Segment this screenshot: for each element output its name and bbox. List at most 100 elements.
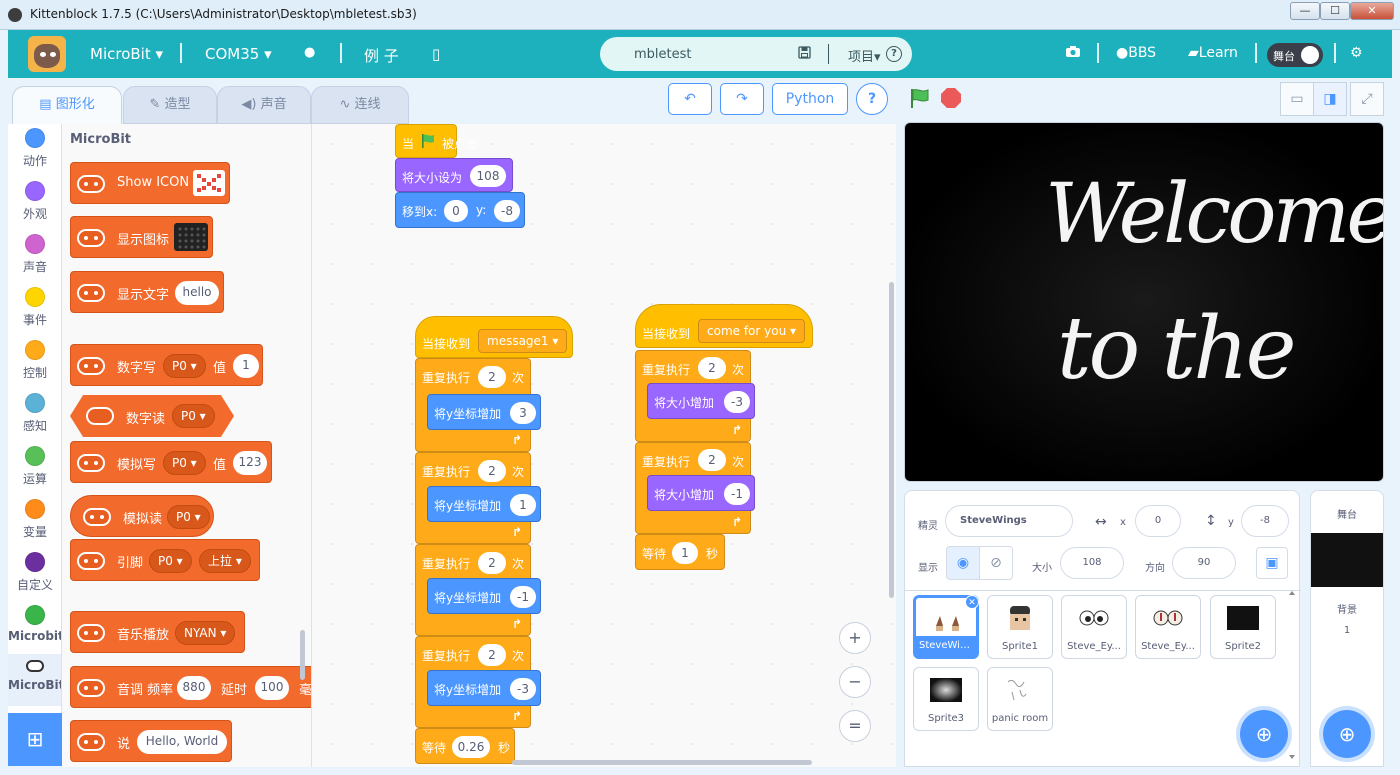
tab-costumes[interactable]: ✎ 造型 [123,86,217,124]
device-menu[interactable]: MicroBit ▾ [90,45,163,63]
block-play-tone[interactable]: 音调 频率 880 延时 100 毫 [70,666,311,708]
block-digital-read[interactable]: 数字读 P0 ▾ [70,395,234,437]
block-analog-read[interactable]: 模拟读 P0 ▾ [70,495,214,537]
help-icon[interactable]: ? [886,46,902,62]
sprite-tile-sprite1[interactable]: Sprite1 [987,595,1053,659]
block-digital-write[interactable]: 数字写 P0 ▾ 值 1 [70,344,263,386]
when-flag-clicked-hat[interactable]: 当 被点击 [395,124,478,158]
pin-dropdown[interactable]: P0 ▾ [163,354,206,378]
repeat-count-input[interactable]: 2 [478,552,506,574]
gear-icon[interactable]: ⚙ [1350,45,1363,61]
wait-block[interactable]: 等待 0.26 秒 [415,728,515,764]
tab-code[interactable]: ▤ 图形化 [12,86,122,126]
delta-input[interactable]: -1 [510,586,536,608]
undo-button[interactable]: ↶ [668,83,712,115]
fullscreen-button[interactable]: ⤢ [1350,82,1384,116]
port-menu[interactable]: COM35 ▾ [205,45,272,63]
stage-canvas[interactable]: Welcome to the [904,122,1384,482]
value-input[interactable]: 123 [233,451,267,475]
block-play-music[interactable]: 音乐播放 NYAN ▾ [70,611,245,653]
sprite-tile-sprite3[interactable]: Sprite3 [913,667,979,731]
category-looks[interactable]: 外观 [8,181,61,229]
stop-icon[interactable] [941,88,961,108]
zoom-reset-button[interactable]: = [839,710,871,742]
goto-xy-block[interactable]: 移到x: 0 y: -8 [395,192,525,228]
change-size-block[interactable]: 将大小增加 -1 [647,475,755,511]
pin-dropdown[interactable]: P0 ▾ [163,451,206,475]
sprite-list-scrollbar[interactable] [1288,590,1296,760]
category-control[interactable]: 控制 [8,340,61,388]
project-name-field[interactable]: mbletest [634,47,692,62]
close-button[interactable]: ✕ [1350,2,1394,20]
normal-stage-button[interactable]: ◨ [1313,82,1347,116]
chip-icon[interactable]: ▯ [432,45,440,63]
frequency-input[interactable]: 880 [177,676,211,700]
pin-dropdown[interactable]: P0 ▾ [167,505,210,529]
message-dropdown[interactable]: message1 ▾ [478,329,568,353]
delta-input[interactable]: 1 [510,494,536,516]
zoom-out-button[interactable]: − [839,666,871,698]
globe-icon[interactable]: ● [304,45,315,60]
delay-input[interactable]: 100 [255,676,289,700]
size-input[interactable]: 108 [1060,547,1124,579]
change-size-block[interactable]: 将大小增加 -3 [647,383,755,419]
minimize-button[interactable]: — [1290,2,1320,20]
help-button[interactable]: ? [856,83,888,115]
python-button[interactable]: Python [772,83,848,115]
change-y-block[interactable]: 将y坐标增加 1 [427,486,541,522]
small-stage-button[interactable]: ▭ [1280,82,1314,116]
block-show-icon[interactable]: Show ICON [70,162,230,204]
pull-mode-dropdown[interactable]: 上拉 ▾ [199,549,251,573]
value-input[interactable]: 1 [233,354,259,378]
block-pin-mode[interactable]: 引脚 P0 ▾ 上拉 ▾ [70,539,260,581]
palette-scrollbar[interactable] [300,630,305,680]
y-input[interactable]: -8 [494,200,520,222]
save-icon[interactable] [798,46,811,63]
examples-menu[interactable]: 例 子 [364,45,399,66]
sprite-tile-panic-room[interactable]: panic room [987,667,1053,731]
set-size-block[interactable]: 将大小设为 108 [395,158,513,192]
category-motion[interactable]: 动作 [8,128,61,176]
block-show-text[interactable]: 显示文字 hello [70,271,224,313]
show-hidden-button[interactable]: ⊘ [979,546,1013,580]
tab-sounds[interactable]: ◀) 声音 [217,86,311,124]
kittenblock-logo[interactable] [28,36,66,72]
direction-input[interactable]: 90 [1172,547,1236,579]
repeat-count-input[interactable]: 2 [478,366,506,388]
category-sensing[interactable]: 感知 [8,393,61,441]
delete-sprite-icon[interactable]: ✕ [965,595,979,609]
when-receive-hat[interactable]: 当接收到 come for you ▾ [635,304,813,348]
bbs-link[interactable]: ●BBS [1116,45,1156,61]
repeat-count-input[interactable]: 2 [698,449,726,471]
category-events[interactable]: 事件 [8,287,61,335]
sprite-name-input[interactable]: SteveWings [945,505,1073,537]
size-input[interactable]: 108 [470,165,506,187]
message-dropdown[interactable]: come for you ▾ [698,319,806,343]
pin-dropdown[interactable]: P0 ▾ [172,404,215,428]
text-input[interactable]: hello [175,281,219,305]
when-receive-hat[interactable]: 当接收到 message1 ▾ [415,316,573,358]
wait-input[interactable]: 1 [672,542,698,564]
zoom-in-button[interactable]: + [839,622,871,654]
project-menu[interactable]: 项目▾ [848,46,881,65]
repeat-count-input[interactable]: 2 [478,460,506,482]
workspace-vertical-scrollbar[interactable] [889,282,894,598]
add-extension-button[interactable]: ⊞ [8,713,62,766]
y-input[interactable]: -8 [1241,505,1289,537]
sprite-tile-stevewings[interactable]: ✕ SteveWings [913,595,979,659]
show-visible-button[interactable]: ◉ [946,546,980,580]
sprite-tile-steve-eyes-1[interactable]: Steve_Ey... [1061,595,1127,659]
category-microbit[interactable]: Microbit [8,605,61,653]
stage-toggle[interactable]: 舞台 [1267,43,1323,67]
category-operators[interactable]: 运算 [8,446,61,494]
change-y-block[interactable]: 将y坐标增加 -3 [427,670,541,706]
delta-input[interactable]: -1 [724,483,750,505]
delta-input[interactable]: -3 [510,678,536,700]
block-analog-write[interactable]: 模拟写 P0 ▾ 值 123 [70,441,272,483]
delta-input[interactable]: 3 [510,402,536,424]
redo-button[interactable]: ↷ [720,83,764,115]
sprite-tile-steve-eyes-2[interactable]: Steve_Ey... [1135,595,1201,659]
category-variables[interactable]: 变量 [8,499,61,547]
tune-dropdown[interactable]: NYAN ▾ [175,621,236,645]
green-flag-icon[interactable] [908,87,930,109]
